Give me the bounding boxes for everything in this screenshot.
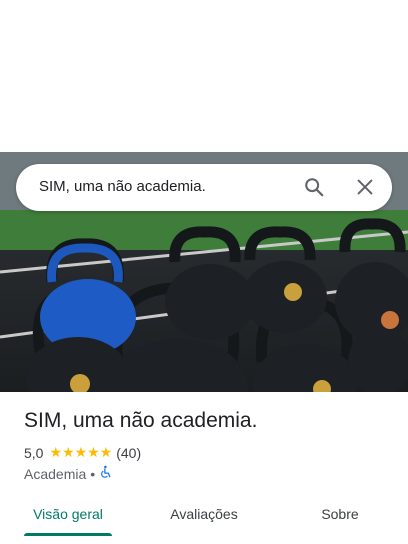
search-icon[interactable] (303, 176, 325, 198)
place-title: SIM, uma não academia. (24, 409, 258, 432)
tab-bar: Visão geral Avaliações Sobre (0, 494, 408, 540)
close-icon[interactable] (354, 176, 376, 198)
category-row: Academia • (24, 465, 113, 482)
search-query[interactable]: SIM, uma não academia. (39, 178, 206, 195)
tab-reviews[interactable]: Avaliações (136, 494, 272, 540)
tab-overview[interactable]: Visão geral (0, 494, 136, 540)
star-rating-icon: ★★★★★ (49, 444, 113, 460)
rating-row[interactable]: 5,0 ★★★★★ (40) (24, 444, 141, 461)
review-count[interactable]: (40) (116, 445, 141, 461)
category-label: Academia (24, 465, 87, 482)
separator: • (90, 465, 96, 482)
tab-about[interactable]: Sobre (272, 494, 408, 540)
wheelchair-icon[interactable] (99, 465, 113, 482)
search-bar[interactable]: SIM, uma não academia. (16, 164, 392, 211)
rating-value: 5,0 (24, 444, 44, 461)
